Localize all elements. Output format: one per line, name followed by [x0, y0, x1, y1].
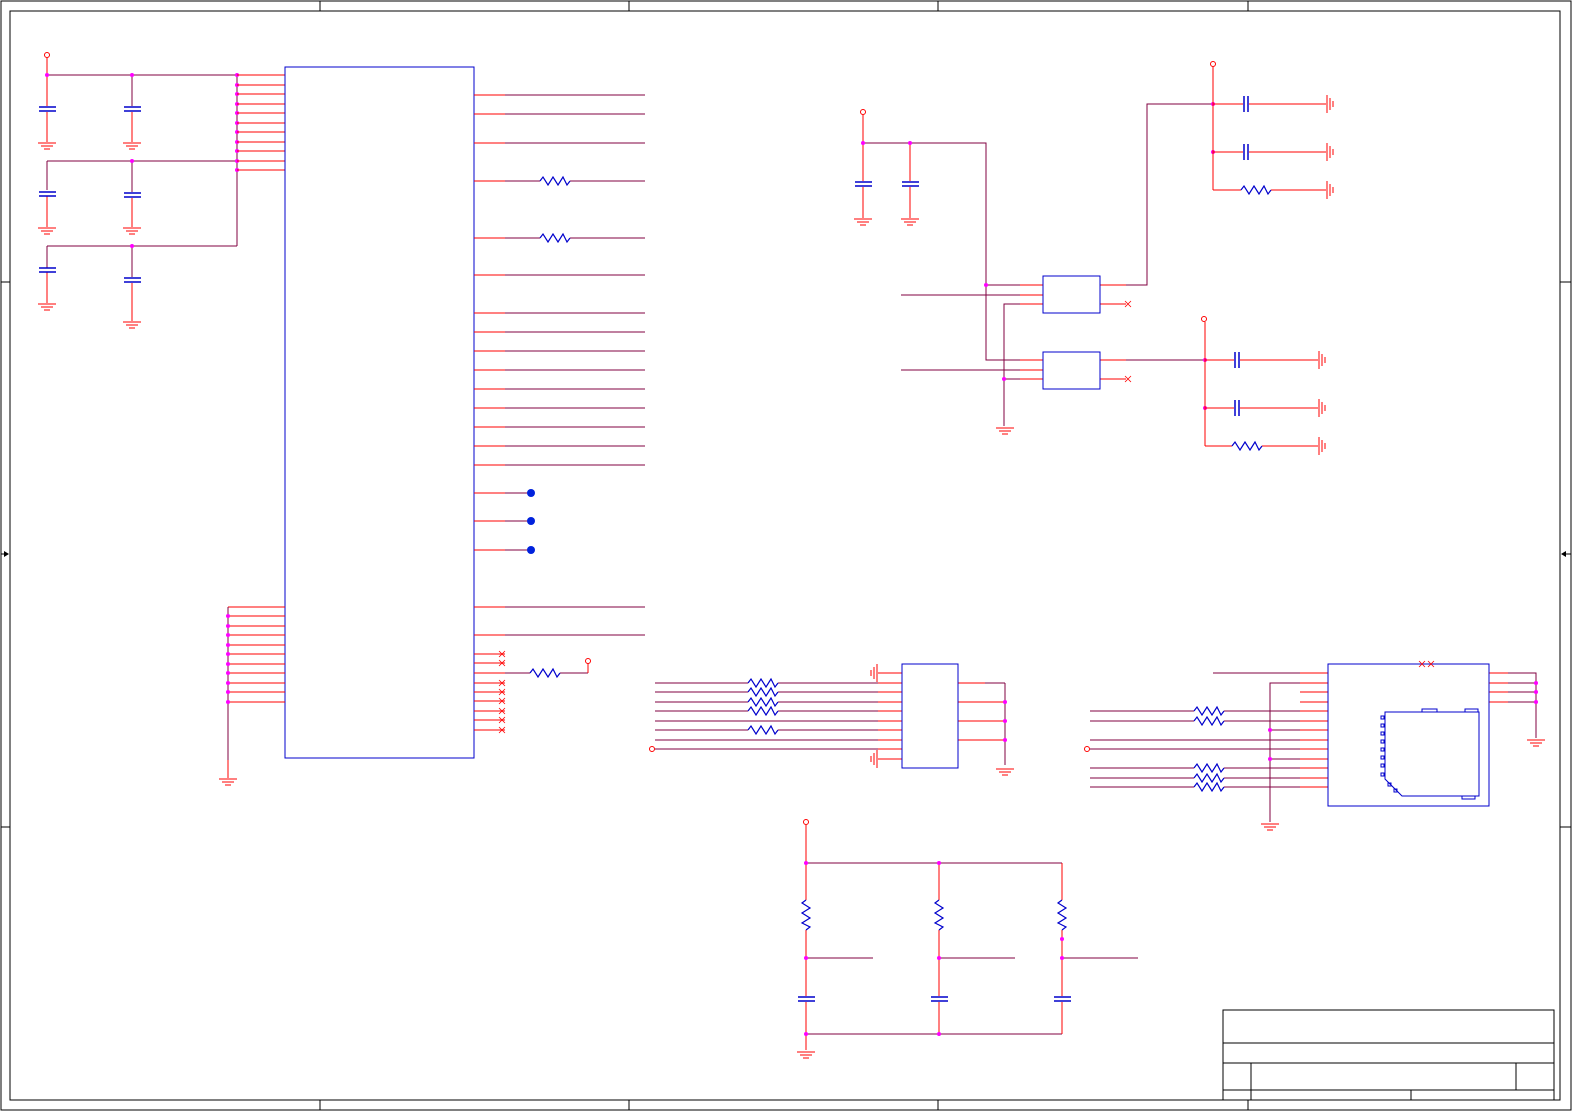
main-ic-right-pins	[474, 94, 645, 734]
no-connect-icon	[1124, 300, 1132, 383]
junction-dot-icon	[804, 861, 1064, 1036]
main-ic-ground-pins	[219, 606, 285, 786]
sd-card-section	[1084, 660, 1545, 831]
regulator-section	[854, 61, 1334, 455]
rc-network	[797, 819, 1138, 1059]
power-port-icon	[803, 819, 809, 825]
capacitor-icon	[1243, 96, 1249, 160]
sd-card-socket	[1327, 660, 1490, 807]
ground-icon	[854, 218, 1014, 435]
power-port-icon	[585, 658, 591, 664]
capacitor-icon	[798, 996, 1071, 1002]
resistor-icon	[1231, 440, 1263, 452]
ground-icon	[797, 1051, 815, 1059]
junction-dot-icon	[861, 102, 1215, 410]
resistor-icon	[800, 899, 1068, 931]
sd-card-pin-icon	[1380, 715, 1398, 793]
ground-icon	[38, 142, 141, 329]
connector-section	[649, 663, 1014, 776]
decoupling-network	[38, 52, 285, 329]
capacitor-icon	[39, 106, 141, 283]
power-port-icon	[1201, 316, 1207, 322]
title-block	[1222, 1009, 1555, 1101]
main-ic	[219, 66, 645, 786]
ground-icon	[870, 664, 1014, 776]
connector-mid	[901, 663, 959, 769]
ground-icon	[219, 778, 237, 786]
sd-card-outline-icon	[1384, 708, 1480, 800]
capacitor-icon	[1234, 352, 1240, 416]
ground-icon	[1318, 351, 1326, 455]
power-port-icon	[860, 109, 866, 115]
resistor-icon	[1240, 184, 1272, 196]
port-icon	[1084, 746, 1090, 752]
frame-arrow-icon	[4, 551, 1566, 557]
schematic-sheet	[0, 0, 1572, 1111]
ground-icon	[1261, 739, 1545, 831]
capacitor-icon	[855, 181, 919, 187]
test-point-icon	[527, 489, 535, 554]
power-port-icon	[44, 52, 50, 58]
ground-icon	[1326, 95, 1334, 199]
regulator-1	[1042, 275, 1101, 314]
resistor-icon	[747, 677, 779, 736]
power-port-icon	[1210, 61, 1216, 67]
port-icon	[649, 746, 655, 752]
regulator-2	[1042, 351, 1101, 390]
